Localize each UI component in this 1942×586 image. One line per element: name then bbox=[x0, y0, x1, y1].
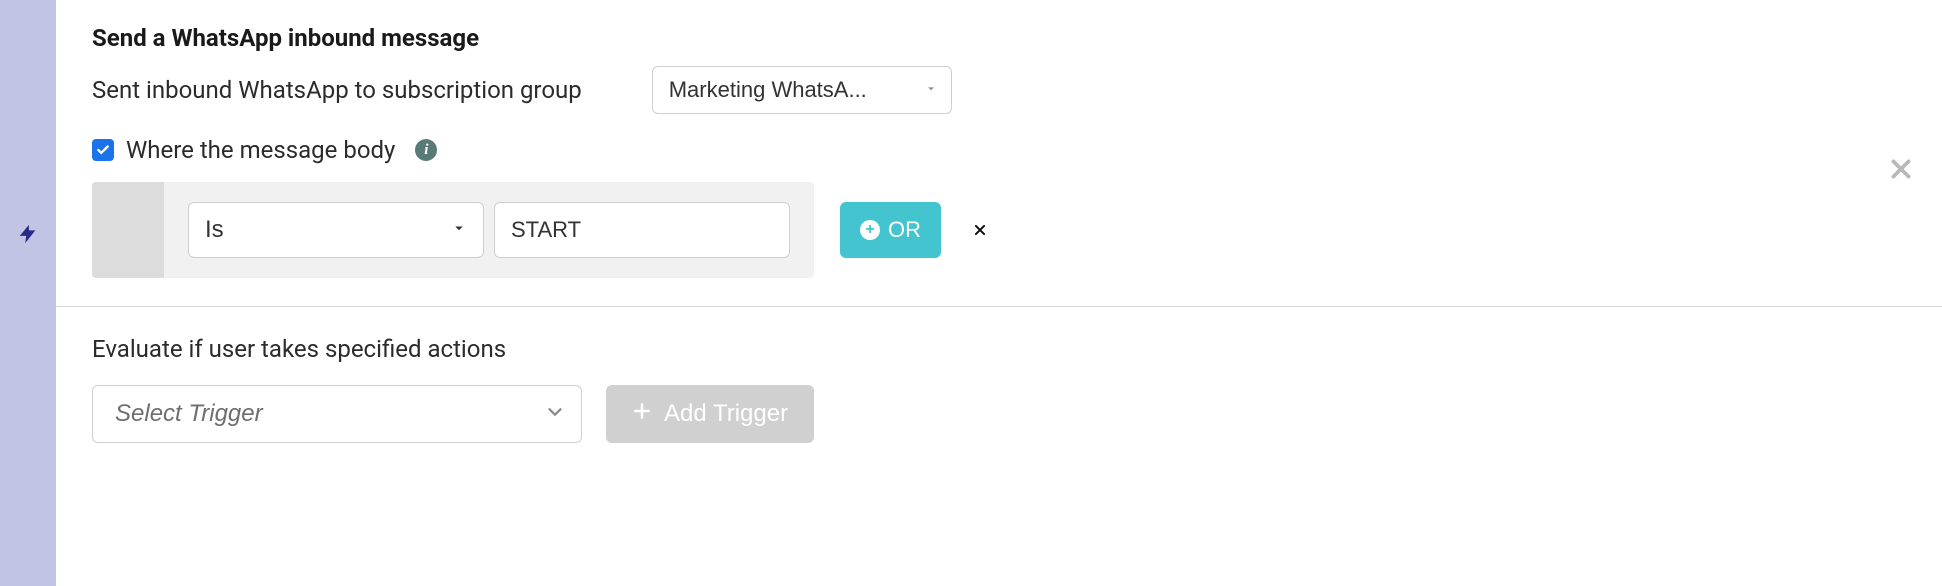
condition-row: + OR bbox=[92, 182, 982, 278]
drag-handle[interactable] bbox=[92, 182, 164, 278]
close-section-button[interactable] bbox=[1884, 152, 1918, 189]
evaluate-section: Evaluate if user takes specified actions… bbox=[56, 307, 1942, 471]
trigger-section: Send a WhatsApp inbound message Sent inb… bbox=[56, 0, 1942, 307]
operator-value[interactable] bbox=[188, 202, 484, 258]
plus-circle-icon: + bbox=[860, 220, 880, 240]
plus-icon bbox=[632, 400, 652, 428]
trigger-select-placeholder[interactable] bbox=[92, 385, 582, 443]
left-rail bbox=[0, 0, 56, 586]
evaluate-label: Evaluate if user takes specified actions bbox=[92, 335, 1910, 363]
add-trigger-button[interactable]: Add Trigger bbox=[606, 385, 814, 443]
subscription-group-value[interactable] bbox=[652, 66, 952, 114]
trigger-select[interactable] bbox=[92, 385, 582, 443]
section-title: Send a WhatsApp inbound message bbox=[92, 24, 1910, 52]
condition-container bbox=[92, 182, 814, 278]
add-trigger-label: Add Trigger bbox=[664, 400, 788, 428]
message-body-filter-row: Where the message body i bbox=[92, 136, 1910, 164]
evaluate-row: Add Trigger bbox=[92, 385, 1910, 443]
subscription-label: Sent inbound WhatsApp to subscription gr… bbox=[92, 76, 582, 104]
main-content: Send a WhatsApp inbound message Sent inb… bbox=[56, 0, 1942, 586]
remove-condition-button[interactable] bbox=[967, 217, 993, 243]
condition-value-input[interactable] bbox=[494, 202, 790, 258]
subscription-group-select[interactable] bbox=[652, 66, 952, 114]
message-body-checkbox[interactable] bbox=[92, 139, 114, 161]
or-button-label: OR bbox=[888, 217, 921, 243]
condition-fields bbox=[164, 202, 814, 258]
operator-select[interactable] bbox=[188, 202, 484, 258]
message-body-label: Where the message body bbox=[126, 136, 395, 164]
bolt-icon bbox=[17, 220, 39, 252]
subscription-row: Sent inbound WhatsApp to subscription gr… bbox=[92, 66, 1910, 114]
info-icon[interactable]: i bbox=[415, 139, 437, 161]
or-button[interactable]: + OR bbox=[840, 202, 941, 258]
